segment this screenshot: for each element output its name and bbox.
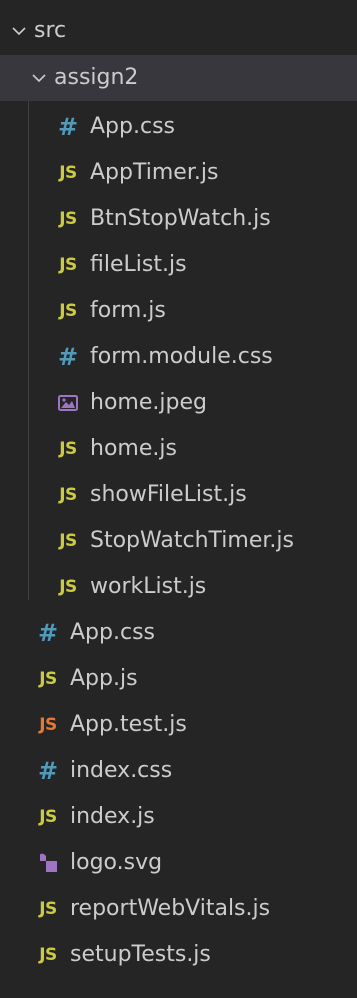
file-label: AppTimer.js: [90, 160, 219, 185]
file-item[interactable]: JS home.js: [0, 426, 357, 472]
file-label: home.jpeg: [90, 390, 207, 415]
file-label: index.js: [70, 804, 155, 829]
file-label: App.css: [90, 114, 175, 139]
file-label: BtnStopWatch.js: [90, 206, 271, 231]
js-icon: JS: [59, 255, 77, 275]
folder-label: src: [34, 18, 67, 43]
file-item[interactable]: JS showFileList.js: [0, 472, 357, 518]
file-label: setupTests.js: [70, 942, 211, 967]
image-icon: [54, 395, 82, 411]
file-item[interactable]: JS AppTimer.js: [0, 150, 357, 196]
file-label: home.js: [90, 436, 177, 461]
file-item[interactable]: JS StopWatchTimer.js: [0, 518, 357, 564]
folder-label: assign2: [54, 65, 139, 90]
file-item[interactable]: JS BtnStopWatch.js: [0, 196, 357, 242]
file-label: form.module.css: [90, 344, 273, 369]
svg-icon: [34, 852, 62, 874]
file-item[interactable]: JS reportWebVitals.js: [0, 886, 357, 932]
folder-assign2[interactable]: assign2: [0, 55, 357, 101]
file-item[interactable]: JS fileList.js: [0, 242, 357, 288]
file-label: App.js: [70, 666, 138, 691]
file-item[interactable]: JS index.js: [0, 794, 357, 840]
css-icon: #: [57, 343, 79, 371]
css-icon: #: [37, 619, 59, 647]
file-label: workList.js: [90, 574, 207, 599]
file-label: logo.svg: [70, 850, 163, 875]
js-icon: JS: [59, 485, 77, 505]
js-icon: JS: [59, 301, 77, 321]
js-icon: JS: [59, 531, 77, 551]
file-label: App.test.js: [70, 712, 187, 737]
js-icon: JS: [59, 577, 77, 597]
js-icon: JS: [59, 209, 77, 229]
file-item[interactable]: # index.css: [0, 748, 357, 794]
chevron-down-icon: [8, 26, 30, 36]
file-label: App.css: [70, 620, 155, 645]
js-icon: JS: [39, 945, 57, 965]
file-item[interactable]: logo.svg: [0, 840, 357, 886]
file-item[interactable]: # App.css: [0, 610, 357, 656]
file-item[interactable]: JS setupTests.js: [0, 932, 357, 978]
file-item[interactable]: # App.css: [0, 104, 357, 150]
js-icon: JS: [59, 163, 77, 183]
file-item[interactable]: JS form.js: [0, 288, 357, 334]
folder-src[interactable]: src: [0, 8, 357, 54]
file-label: form.js: [90, 298, 166, 323]
file-label: reportWebVitals.js: [70, 896, 271, 921]
js-icon: JS: [59, 439, 77, 459]
js-icon: JS: [39, 807, 57, 827]
file-item[interactable]: # form.module.css: [0, 334, 357, 380]
file-explorer-tree: src assign2 # App.css JS AppTimer.js JS …: [0, 0, 357, 998]
css-icon: #: [37, 757, 59, 785]
css-icon: #: [57, 113, 79, 141]
file-label: showFileList.js: [90, 482, 247, 507]
file-label: StopWatchTimer.js: [90, 528, 294, 553]
file-label: index.css: [70, 758, 173, 783]
file-item[interactable]: JS App.test.js: [0, 702, 357, 748]
chevron-down-icon: [28, 73, 50, 83]
file-item[interactable]: JS App.js: [0, 656, 357, 702]
js-icon: JS: [39, 899, 57, 919]
file-label: fileList.js: [90, 252, 187, 277]
file-item[interactable]: JS workList.js: [0, 564, 357, 610]
js-test-icon: JS: [39, 715, 57, 735]
file-item[interactable]: home.jpeg: [0, 380, 357, 426]
js-icon: JS: [39, 669, 57, 689]
